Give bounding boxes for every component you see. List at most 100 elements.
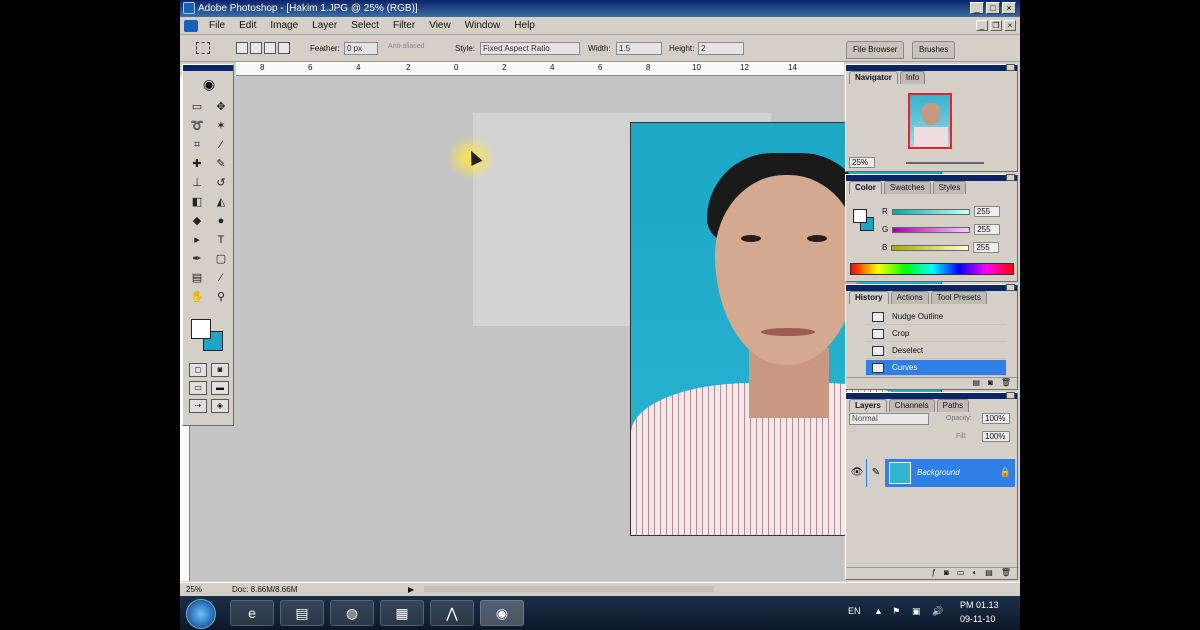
marquee-preset-icon[interactable] <box>196 42 210 54</box>
photoshop-task-icon[interactable]: ◉ <box>480 600 524 626</box>
width-input[interactable]: 1.5 <box>616 42 662 55</box>
close-icon[interactable]: × <box>1002 2 1016 14</box>
menu-help[interactable]: Help <box>507 19 542 33</box>
new-selection-icon[interactable] <box>236 42 248 54</box>
clone-stamp-tool-icon[interactable]: ⊥ <box>187 175 207 191</box>
layer-visibility-eye-icon[interactable]: 👁 <box>848 459 866 487</box>
marquee-tool-icon[interactable]: ▭ <box>187 99 207 115</box>
maximize-icon[interactable]: □ <box>986 2 1000 14</box>
doc-minimize-icon[interactable]: _ <box>976 20 988 31</box>
history-item-selected[interactable]: Curves <box>866 360 1006 376</box>
eyedropper-tool-icon[interactable]: ⁄ <box>211 270 231 286</box>
green-slider[interactable] <box>892 226 971 233</box>
menu-file[interactable]: File <box>202 19 232 33</box>
document-menu-icon[interactable] <box>184 20 198 32</box>
delete-state-icon[interactable]: 🗑 <box>1001 378 1011 389</box>
standard-mode-icon[interactable]: ◻ <box>189 363 207 377</box>
red-slider[interactable] <box>891 208 970 215</box>
navigator-zoom-slider[interactable] <box>906 162 984 164</box>
paint-bucket-tool-icon[interactable]: ◭ <box>211 194 231 210</box>
history-item[interactable]: Crop <box>866 326 1006 342</box>
status-zoom[interactable]: 25% <box>186 583 202 596</box>
menu-select[interactable]: Select <box>344 19 386 33</box>
language-indicator[interactable]: EN <box>848 606 861 616</box>
brush-tool-icon[interactable]: ✎ <box>211 156 231 172</box>
panel-close-icon[interactable] <box>1006 392 1015 399</box>
action-center-flag-icon[interactable]: ⚑ <box>892 606 900 617</box>
minimize-icon[interactable]: _ <box>970 2 984 14</box>
opacity-input[interactable]: 100% <box>982 413 1010 424</box>
type-tool-icon[interactable]: T <box>211 232 231 248</box>
zoom-tool-icon[interactable]: ⚲ <box>211 289 231 305</box>
internet-explorer-icon[interactable]: e <box>230 600 274 626</box>
doc-restore-icon[interactable]: ❐ <box>990 20 1002 31</box>
menu-window[interactable]: Window <box>458 19 508 33</box>
firefox-icon[interactable]: ◍ <box>330 600 374 626</box>
pen-tool-icon[interactable]: ✒ <box>187 251 207 267</box>
history-item[interactable]: Deselect <box>866 343 1006 359</box>
feather-input[interactable]: 0 px <box>344 42 378 55</box>
menu-layer[interactable]: Layer <box>305 19 344 33</box>
notes-tool-icon[interactable]: ▤ <box>187 270 207 286</box>
menu-image[interactable]: Image <box>263 19 305 33</box>
style-select[interactable]: Fixed Aspect Ratio <box>480 42 580 55</box>
new-document-from-state-icon[interactable]: ▤ <box>972 378 980 389</box>
hand-tool-icon[interactable]: ✋ <box>187 289 207 305</box>
intersect-selection-icon[interactable] <box>278 42 290 54</box>
menu-filter[interactable]: Filter <box>386 19 422 33</box>
blend-mode-select[interactable]: Normal <box>849 413 929 425</box>
new-layer-icon[interactable]: ▤ <box>985 568 993 579</box>
tab-paths[interactable]: Paths <box>936 399 970 412</box>
tab-layers[interactable]: Layers <box>849 399 887 412</box>
panel-close-icon[interactable] <box>1006 284 1015 291</box>
brushes-tab[interactable]: Brushes <box>912 41 956 59</box>
tab-info[interactable]: Info <box>899 71 926 84</box>
clock-time[interactable]: PM 01.13 <box>960 600 999 610</box>
tab-tool-presets[interactable]: Tool Presets <box>930 291 987 304</box>
screen-mode-standard-icon[interactable]: ▭ <box>189 381 207 395</box>
file-browser-tab[interactable]: File Browser <box>846 41 905 59</box>
tab-color[interactable]: Color <box>849 181 882 194</box>
tab-swatches[interactable]: Swatches <box>883 181 931 194</box>
layer-set-icon[interactable]: ▭ <box>957 568 965 579</box>
file-explorer-icon[interactable]: ▤ <box>280 600 324 626</box>
height-input[interactable]: 2 <box>698 42 744 55</box>
shape-tool-icon[interactable]: ▢ <box>211 251 231 267</box>
tab-navigator[interactable]: Navigator <box>849 71 898 84</box>
delete-layer-icon[interactable]: 🗑 <box>1001 568 1011 579</box>
color-fg-swatch[interactable] <box>853 209 867 223</box>
add-selection-icon[interactable] <box>250 42 262 54</box>
notepad-icon[interactable]: ▦ <box>380 600 424 626</box>
screen-mode-full-icon[interactable]: ▬ <box>211 381 229 395</box>
navigator-thumbnail[interactable] <box>908 93 952 149</box>
slice-tool-icon[interactable]: ⁄ <box>211 137 231 153</box>
jump-to-imageready-icon[interactable]: ⇢ <box>189 399 207 413</box>
healing-brush-tool-icon[interactable]: ✚ <box>187 156 207 172</box>
tab-actions[interactable]: Actions <box>890 291 929 304</box>
eraser-tool-icon[interactable]: ◧ <box>187 194 207 210</box>
move-tool-icon[interactable]: ✥ <box>211 99 231 115</box>
layer-mask-icon[interactable]: ◙ <box>944 568 949 579</box>
blur-tool-icon[interactable]: ◆ <box>187 213 207 229</box>
panel-close-icon[interactable] <box>1006 64 1015 71</box>
tab-channels[interactable]: Channels <box>888 399 935 412</box>
foreground-color-swatch[interactable] <box>191 319 211 339</box>
menu-view[interactable]: View <box>422 19 458 33</box>
volume-icon[interactable]: 🔊 <box>932 606 943 617</box>
layer-style-icon[interactable]: ƒ <box>932 568 936 579</box>
doc-close-icon[interactable]: × <box>1004 20 1016 31</box>
panel-close-icon[interactable] <box>1006 174 1015 181</box>
path-selection-tool-icon[interactable]: ▸ <box>187 232 207 248</box>
adjustment-layer-icon[interactable]: ◐ <box>972 568 977 579</box>
photoshop-eye-logo-icon[interactable]: ◉ <box>185 74 233 94</box>
crop-tool-icon[interactable]: ⌗ <box>187 137 207 153</box>
blue-slider[interactable] <box>891 244 970 251</box>
network-icon[interactable]: ▣ <box>912 606 921 617</box>
imageready-icon[interactable]: ◈ <box>211 399 229 413</box>
quick-mask-icon[interactable]: ◙ <box>211 363 229 377</box>
tab-styles[interactable]: Styles <box>932 181 967 194</box>
status-menu-arrow-icon[interactable]: ▶ <box>408 583 414 596</box>
red-value[interactable]: 255 <box>973 206 1000 217</box>
layer-row-background[interactable]: 👁 ✎ Background 🔒 <box>848 459 1015 487</box>
show-hidden-icons-icon[interactable]: ▲ <box>874 606 883 616</box>
